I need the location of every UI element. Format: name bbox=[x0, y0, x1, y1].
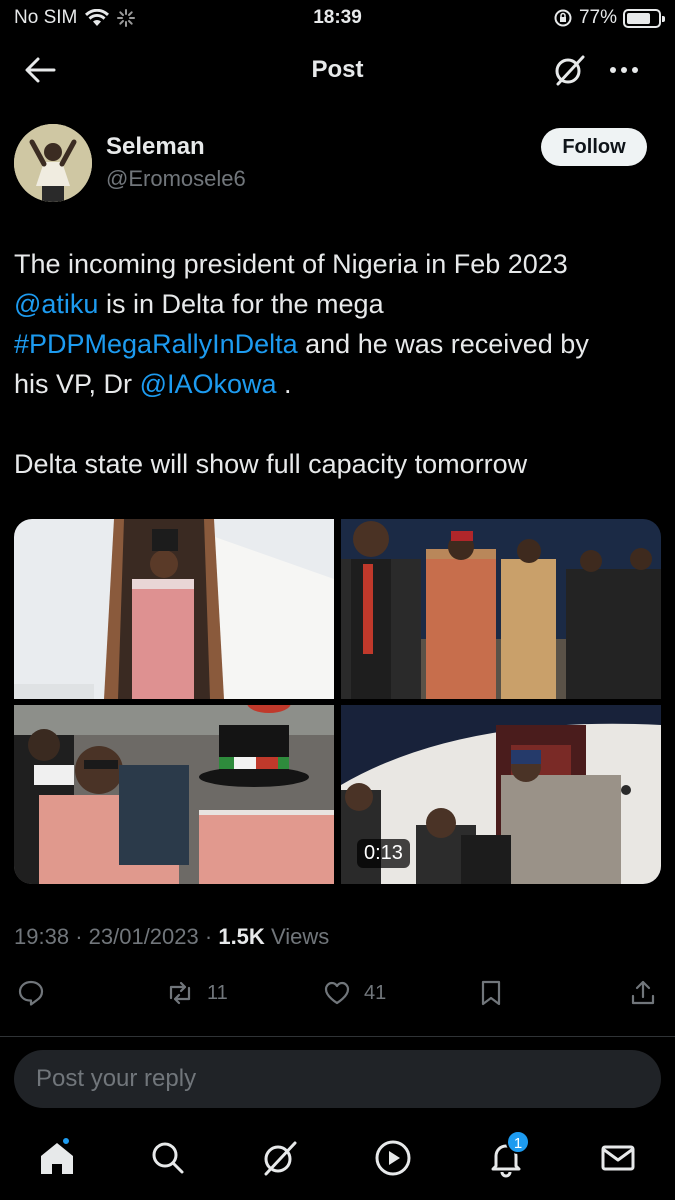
photo-3[interactable] bbox=[14, 705, 334, 884]
author-handle[interactable]: @Eromosele6 bbox=[106, 166, 246, 192]
reply-icon bbox=[18, 980, 44, 1006]
post-actions: 11 41 bbox=[0, 974, 675, 1018]
home-icon bbox=[41, 1143, 73, 1174]
more-options-button[interactable] bbox=[604, 52, 644, 88]
reply-input[interactable] bbox=[14, 1050, 661, 1108]
share-icon bbox=[631, 980, 655, 1005]
tab-search[interactable] bbox=[148, 1138, 188, 1178]
tab-grok[interactable] bbox=[260, 1138, 300, 1178]
post-text-line: The incoming president of Nigeria in Feb… bbox=[14, 244, 659, 284]
tab-notifications[interactable]: 1 bbox=[486, 1130, 530, 1178]
battery-percent: 77% bbox=[578, 7, 617, 28]
bookmark-button[interactable] bbox=[476, 978, 506, 1008]
search-icon bbox=[152, 1142, 184, 1174]
divider bbox=[0, 1036, 675, 1037]
video-thumbnail[interactable]: 0:13 bbox=[341, 705, 661, 884]
avatar-image bbox=[14, 124, 92, 202]
post-text-segment: his VP, Dr bbox=[14, 369, 140, 399]
post-time: 19:38 bbox=[14, 924, 70, 949]
like-button[interactable]: 41 bbox=[322, 978, 386, 1008]
hashtag-link[interactable]: #PDPMegaRallyInDelta bbox=[14, 329, 298, 359]
post-text-line: #PDPMegaRallyInDelta and he was received… bbox=[14, 324, 659, 364]
post-text-line: Delta state will show full capacity tomo… bbox=[14, 444, 659, 484]
tab-videos[interactable] bbox=[373, 1138, 413, 1178]
post-text-segment: is in Delta for the mega bbox=[98, 289, 384, 319]
reply-box bbox=[14, 1050, 661, 1108]
views-label: Views bbox=[270, 924, 330, 949]
repost-icon bbox=[169, 981, 191, 1005]
grok-icon bbox=[555, 55, 585, 86]
photo-2-image bbox=[341, 519, 661, 699]
tab-bar: 1 bbox=[0, 1120, 675, 1200]
post-text-segment: Delta state will show full capacity tomo… bbox=[14, 449, 528, 479]
repost-count: 11 bbox=[207, 981, 228, 1004]
photo-1-image bbox=[14, 519, 334, 699]
share-button[interactable] bbox=[628, 978, 658, 1008]
mail-icon bbox=[601, 1145, 635, 1171]
battery-icon bbox=[623, 8, 665, 28]
status-bar: No SIM 18:39 77% bbox=[0, 0, 675, 36]
tab-home[interactable] bbox=[37, 1136, 77, 1178]
post-text-segment: The incoming president of Nigeria in Feb… bbox=[14, 249, 568, 279]
home-unread-dot bbox=[61, 1136, 71, 1146]
avatar[interactable] bbox=[14, 124, 92, 202]
reply-button[interactable] bbox=[16, 978, 58, 1008]
post-text: The incoming president of Nigeria in Feb… bbox=[14, 244, 659, 484]
mention-link[interactable]: @IAOkowa bbox=[140, 369, 277, 399]
photo-3-image bbox=[14, 705, 334, 884]
video-duration: 0:13 bbox=[357, 839, 410, 868]
more-horizontal-icon bbox=[610, 67, 638, 73]
bookmark-icon bbox=[481, 980, 501, 1006]
post-text-line: his VP, Dr @IAOkowa . bbox=[14, 364, 659, 404]
play-circle-icon bbox=[375, 1140, 411, 1176]
views-count[interactable]: 1.5K bbox=[218, 924, 264, 949]
post-text-segment: . bbox=[276, 369, 292, 399]
post-meta: 19:38 · 23/01/2023 · 1.5K Views bbox=[14, 924, 330, 949]
grok-button[interactable] bbox=[552, 52, 588, 88]
tab-messages[interactable] bbox=[598, 1138, 638, 1178]
post-date: 23/01/2023 bbox=[88, 924, 199, 949]
heart-icon bbox=[324, 981, 350, 1005]
photo-2[interactable] bbox=[341, 519, 661, 699]
follow-button[interactable]: Follow bbox=[541, 128, 647, 166]
grok-icon bbox=[264, 1141, 297, 1176]
like-count: 41 bbox=[364, 981, 387, 1004]
repost-button[interactable]: 11 bbox=[165, 978, 228, 1008]
rotation-lock-icon bbox=[554, 9, 572, 27]
header: Post bbox=[0, 44, 675, 96]
media-grid: 0:13 bbox=[14, 519, 661, 884]
author-name[interactable]: Seleman bbox=[106, 133, 205, 161]
post-text-segment: and he was received by bbox=[297, 329, 589, 359]
mention-link[interactable]: @atiku bbox=[14, 289, 98, 319]
photo-1[interactable] bbox=[14, 519, 334, 699]
post-text-line: @atiku is in Delta for the mega bbox=[14, 284, 659, 324]
notifications-badge: 1 bbox=[506, 1130, 530, 1154]
